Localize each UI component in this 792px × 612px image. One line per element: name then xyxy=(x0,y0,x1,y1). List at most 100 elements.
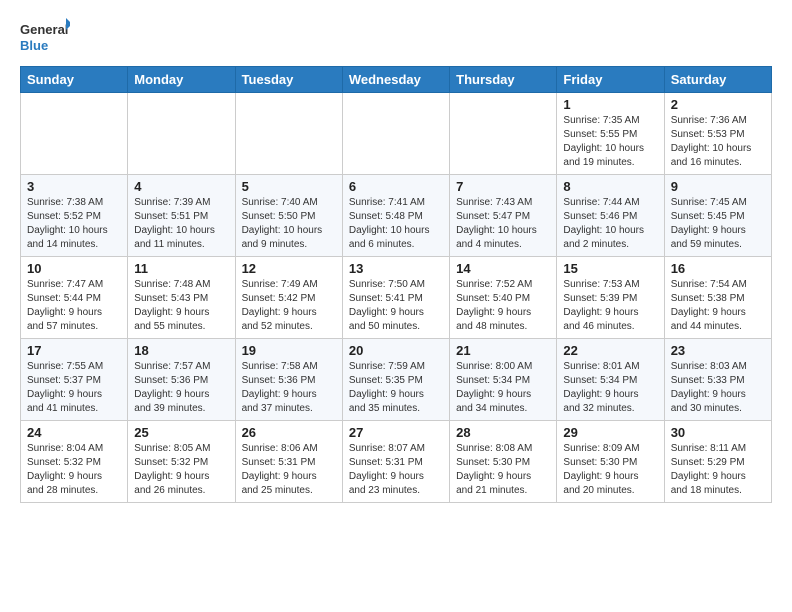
day-info: Sunrise: 7:52 AM Sunset: 5:40 PM Dayligh… xyxy=(456,278,550,334)
calendar-cell: 5 Sunrise: 7:40 AM Sunset: 5:50 PM Daylig… xyxy=(235,175,342,257)
day-info: Sunrise: 8:06 AM Sunset: 5:31 PM Dayligh… xyxy=(242,442,336,498)
day-info: Sunrise: 8:03 AM Sunset: 5:33 PM Dayligh… xyxy=(671,360,765,416)
day-info: Sunrise: 8:07 AM Sunset: 5:31 PM Dayligh… xyxy=(349,442,443,498)
page: General Blue SundayMondayTuesdayWednesda… xyxy=(0,0,792,519)
calendar-table: SundayMondayTuesdayWednesdayThursdayFrid… xyxy=(20,66,772,503)
week-row: 17 Sunrise: 7:55 AM Sunset: 5:37 PM Dayli… xyxy=(21,339,772,421)
calendar-cell: 26 Sunrise: 8:06 AM Sunset: 5:31 PM Dayli… xyxy=(235,421,342,503)
weekday-header: Wednesday xyxy=(342,67,449,93)
calendar-cell: 2Sunrise: 7:36 AM Sunset: 5:53 PM Daylig… xyxy=(664,93,771,175)
day-number: 14 xyxy=(456,261,550,276)
calendar-cell: 15Sunrise: 7:53 AM Sunset: 5:39 PM Dayli… xyxy=(557,257,664,339)
calendar-cell: 30Sunrise: 8:11 AM Sunset: 5:29 PM Dayli… xyxy=(664,421,771,503)
day-info: Sunrise: 7:50 AM Sunset: 5:41 PM Dayligh… xyxy=(349,278,443,334)
calendar-cell xyxy=(235,93,342,175)
day-info: Sunrise: 7:49 AM Sunset: 5:42 PM Dayligh… xyxy=(242,278,336,334)
day-number: 22 xyxy=(563,343,657,358)
day-info: Sunrise: 8:05 AM Sunset: 5:32 PM Dayligh… xyxy=(134,442,228,498)
calendar-cell: 20 Sunrise: 7:59 AM Sunset: 5:35 PM Dayli… xyxy=(342,339,449,421)
day-info: Sunrise: 7:55 AM Sunset: 5:37 PM Dayligh… xyxy=(27,360,121,416)
calendar-cell: 9Sunrise: 7:45 AM Sunset: 5:45 PM Daylig… xyxy=(664,175,771,257)
day-info: Sunrise: 7:35 AM Sunset: 5:55 PM Dayligh… xyxy=(563,114,657,170)
day-info: Sunrise: 7:41 AM Sunset: 5:48 PM Dayligh… xyxy=(349,196,443,252)
day-info: Sunrise: 8:09 AM Sunset: 5:30 PM Dayligh… xyxy=(563,442,657,498)
day-number: 23 xyxy=(671,343,765,358)
day-number: 13 xyxy=(349,261,443,276)
day-number: 25 xyxy=(134,425,228,440)
calendar-cell: 12 Sunrise: 7:49 AM Sunset: 5:42 PM Dayli… xyxy=(235,257,342,339)
calendar-cell: 23 Sunrise: 8:03 AM Sunset: 5:33 PM Dayli… xyxy=(664,339,771,421)
calendar-cell xyxy=(128,93,235,175)
header: General Blue xyxy=(20,16,772,56)
day-number: 27 xyxy=(349,425,443,440)
day-number: 17 xyxy=(27,343,121,358)
day-number: 28 xyxy=(456,425,550,440)
calendar-cell xyxy=(342,93,449,175)
day-info: Sunrise: 7:39 AM Sunset: 5:51 PM Dayligh… xyxy=(134,196,228,252)
week-row: 10 Sunrise: 7:47 AM Sunset: 5:44 PM Dayli… xyxy=(21,257,772,339)
week-row: 1 Sunrise: 7:35 AM Sunset: 5:55 PM Daylig… xyxy=(21,93,772,175)
calendar-cell: 28 Sunrise: 8:08 AM Sunset: 5:30 PM Dayli… xyxy=(450,421,557,503)
day-info: Sunrise: 7:38 AM Sunset: 5:52 PM Dayligh… xyxy=(27,196,121,252)
calendar-cell xyxy=(450,93,557,175)
day-number: 7 xyxy=(456,179,550,194)
day-info: Sunrise: 8:00 AM Sunset: 5:34 PM Dayligh… xyxy=(456,360,550,416)
day-info: Sunrise: 7:44 AM Sunset: 5:46 PM Dayligh… xyxy=(563,196,657,252)
calendar-cell: 3Sunrise: 7:38 AM Sunset: 5:52 PM Daylig… xyxy=(21,175,128,257)
calendar-cell: 21 Sunrise: 8:00 AM Sunset: 5:34 PM Dayli… xyxy=(450,339,557,421)
day-number: 1 xyxy=(563,97,657,112)
day-number: 15 xyxy=(563,261,657,276)
day-info: Sunrise: 8:01 AM Sunset: 5:34 PM Dayligh… xyxy=(563,360,657,416)
logo-container: General Blue xyxy=(20,16,70,56)
day-number: 21 xyxy=(456,343,550,358)
header-row: SundayMondayTuesdayWednesdayThursdayFrid… xyxy=(21,67,772,93)
logo-icon: General Blue xyxy=(20,16,70,56)
day-number: 10 xyxy=(27,261,121,276)
calendar-cell: 1 Sunrise: 7:35 AM Sunset: 5:55 PM Daylig… xyxy=(557,93,664,175)
weekday-header: Saturday xyxy=(664,67,771,93)
day-info: Sunrise: 7:48 AM Sunset: 5:43 PM Dayligh… xyxy=(134,278,228,334)
day-info: Sunrise: 7:40 AM Sunset: 5:50 PM Dayligh… xyxy=(242,196,336,252)
calendar-cell: 14 Sunrise: 7:52 AM Sunset: 5:40 PM Dayli… xyxy=(450,257,557,339)
calendar-cell: 13 Sunrise: 7:50 AM Sunset: 5:41 PM Dayli… xyxy=(342,257,449,339)
calendar-cell: 18Sunrise: 7:57 AM Sunset: 5:36 PM Dayli… xyxy=(128,339,235,421)
week-row: 3Sunrise: 7:38 AM Sunset: 5:52 PM Daylig… xyxy=(21,175,772,257)
weekday-header: Sunday xyxy=(21,67,128,93)
day-info: Sunrise: 8:08 AM Sunset: 5:30 PM Dayligh… xyxy=(456,442,550,498)
day-number: 16 xyxy=(671,261,765,276)
day-info: Sunrise: 7:43 AM Sunset: 5:47 PM Dayligh… xyxy=(456,196,550,252)
day-number: 5 xyxy=(242,179,336,194)
weekday-header: Friday xyxy=(557,67,664,93)
day-number: 2 xyxy=(671,97,765,112)
calendar-cell: 29 Sunrise: 8:09 AM Sunset: 5:30 PM Dayli… xyxy=(557,421,664,503)
logo: General Blue xyxy=(20,16,70,56)
calendar-cell: 19Sunrise: 7:58 AM Sunset: 5:36 PM Dayli… xyxy=(235,339,342,421)
calendar-cell: 6Sunrise: 7:41 AM Sunset: 5:48 PM Daylig… xyxy=(342,175,449,257)
day-info: Sunrise: 7:45 AM Sunset: 5:45 PM Dayligh… xyxy=(671,196,765,252)
svg-text:Blue: Blue xyxy=(20,38,48,53)
day-number: 26 xyxy=(242,425,336,440)
weekday-header: Tuesday xyxy=(235,67,342,93)
calendar-cell: 17 Sunrise: 7:55 AM Sunset: 5:37 PM Dayli… xyxy=(21,339,128,421)
day-number: 8 xyxy=(563,179,657,194)
day-info: Sunrise: 7:57 AM Sunset: 5:36 PM Dayligh… xyxy=(134,360,228,416)
calendar-cell: 27 Sunrise: 8:07 AM Sunset: 5:31 PM Dayli… xyxy=(342,421,449,503)
weekday-header: Thursday xyxy=(450,67,557,93)
day-info: Sunrise: 7:59 AM Sunset: 5:35 PM Dayligh… xyxy=(349,360,443,416)
day-number: 20 xyxy=(349,343,443,358)
day-info: Sunrise: 7:54 AM Sunset: 5:38 PM Dayligh… xyxy=(671,278,765,334)
day-number: 11 xyxy=(134,261,228,276)
day-number: 29 xyxy=(563,425,657,440)
day-number: 30 xyxy=(671,425,765,440)
weekday-header: Monday xyxy=(128,67,235,93)
calendar-cell: 8 Sunrise: 7:44 AM Sunset: 5:46 PM Daylig… xyxy=(557,175,664,257)
calendar-cell: 11 Sunrise: 7:48 AM Sunset: 5:43 PM Dayli… xyxy=(128,257,235,339)
day-number: 4 xyxy=(134,179,228,194)
calendar-cell: 7 Sunrise: 7:43 AM Sunset: 5:47 PM Daylig… xyxy=(450,175,557,257)
day-number: 12 xyxy=(242,261,336,276)
day-number: 24 xyxy=(27,425,121,440)
day-info: Sunrise: 7:47 AM Sunset: 5:44 PM Dayligh… xyxy=(27,278,121,334)
day-info: Sunrise: 7:58 AM Sunset: 5:36 PM Dayligh… xyxy=(242,360,336,416)
week-row: 24Sunrise: 8:04 AM Sunset: 5:32 PM Dayli… xyxy=(21,421,772,503)
calendar-cell: 4 Sunrise: 7:39 AM Sunset: 5:51 PM Daylig… xyxy=(128,175,235,257)
